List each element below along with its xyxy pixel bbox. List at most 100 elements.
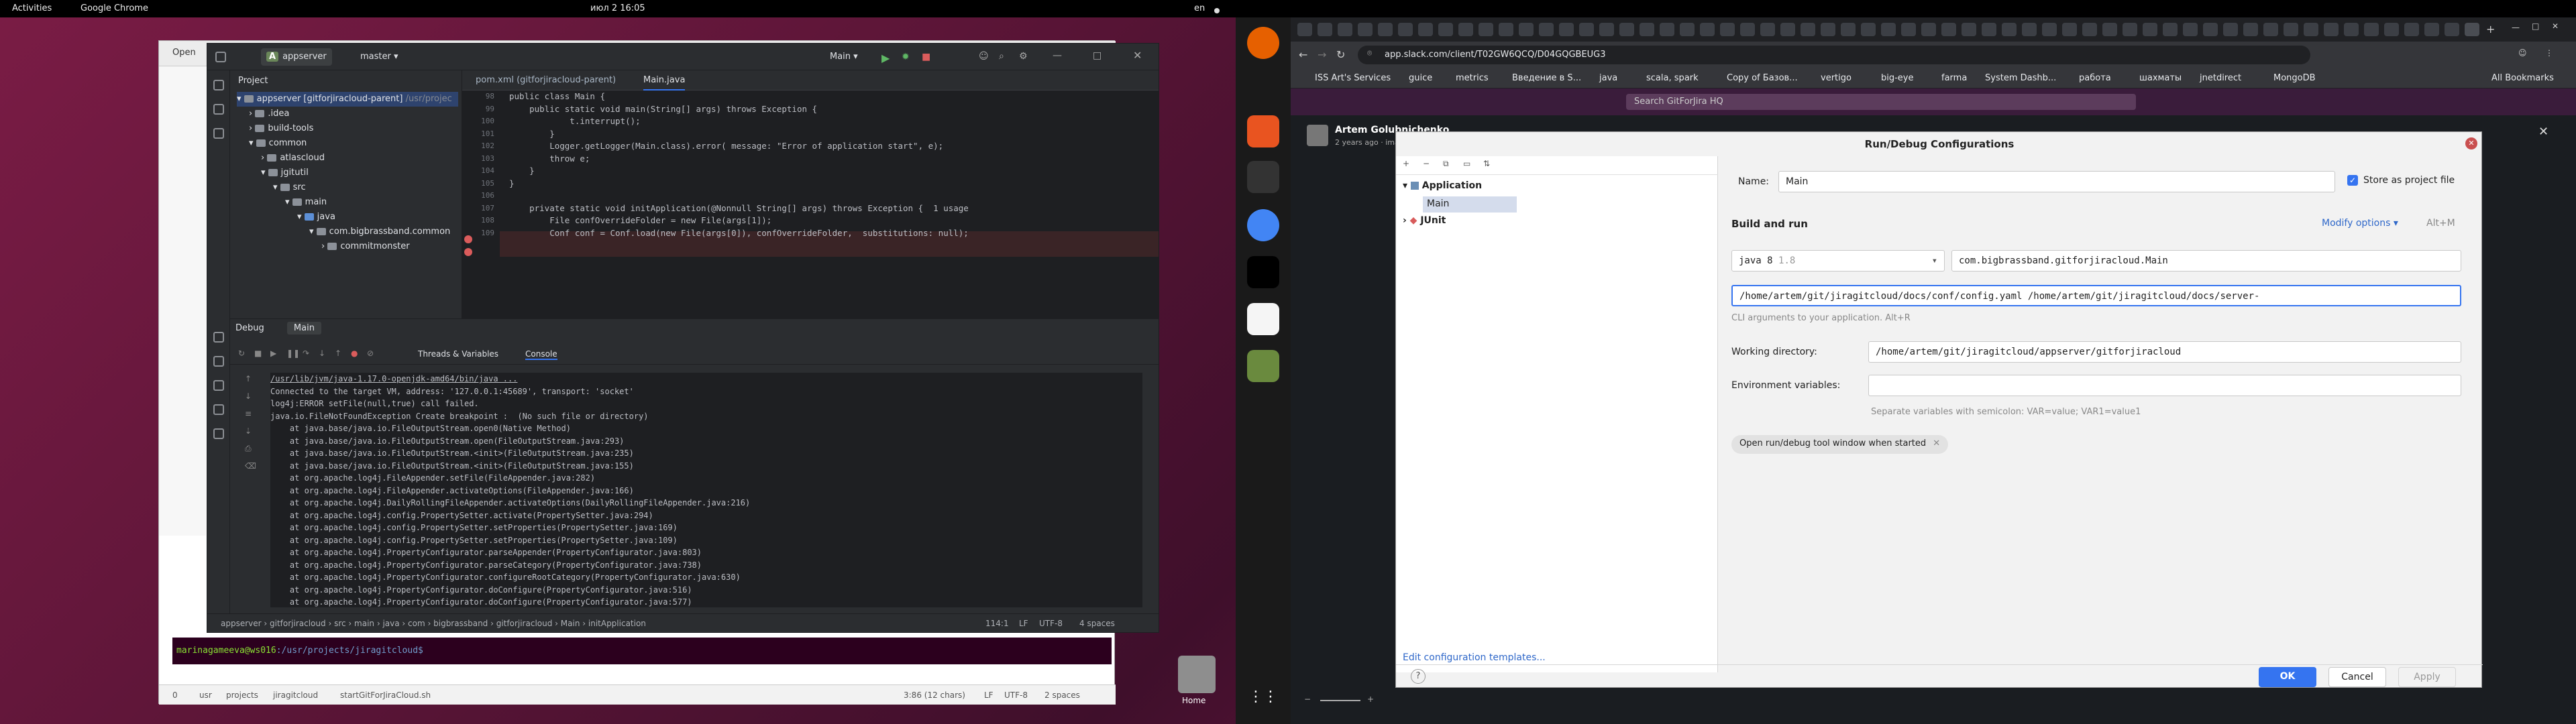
tab-favicon-active[interactable]	[2465, 23, 2479, 36]
print-icon[interactable]: ⎙	[245, 444, 252, 454]
tab-favicon[interactable]	[1881, 23, 1896, 36]
main-class-input[interactable]: com.bigbrassband.gitforjiracloud.Main	[1951, 250, 2461, 272]
url-text[interactable]: app.slack.com/client/T02GW6QCQ/D04GQGBEU…	[1385, 50, 1606, 60]
tab-favicon[interactable]	[2102, 23, 2117, 36]
step-out-icon[interactable]: ↑	[335, 349, 341, 358]
git-tool-icon[interactable]	[213, 428, 224, 439]
tab-favicon[interactable]	[2022, 23, 2037, 36]
tab-favicon[interactable]	[2143, 23, 2157, 36]
tree-node[interactable]: ▾ src	[237, 180, 458, 195]
terminal-icon[interactable]	[1247, 161, 1279, 193]
tab-threads-variables[interactable]: Threads & Variables	[418, 349, 498, 359]
text-editor-icon[interactable]	[1247, 303, 1279, 335]
branch-switcher[interactable]: master ▾	[355, 48, 404, 66]
account-icon[interactable]: ☺	[979, 51, 989, 62]
jdk-select[interactable]: java 8 1.8 ▾	[1731, 250, 1945, 272]
tab-favicon[interactable]	[1921, 23, 1936, 36]
structure-tool-icon[interactable]	[213, 128, 224, 139]
debug-session-tab[interactable]: Main	[286, 322, 321, 335]
tab-favicon[interactable]	[2384, 23, 2399, 36]
breakpoint-icon[interactable]	[464, 248, 472, 256]
tab-favicon[interactable]	[1499, 23, 1513, 36]
step-over-icon[interactable]: ↷	[303, 349, 309, 358]
maximize-icon[interactable]: □	[1093, 50, 1102, 61]
tab-favicon[interactable]	[1941, 23, 1956, 36]
address-bar[interactable]: ⌾ app.slack.com/client/T02GW6QCQ/D04GQGB…	[1358, 46, 2310, 64]
tab-favicon[interactable]	[1821, 23, 1835, 36]
remove-config-icon[interactable]: −	[1423, 159, 1430, 168]
working-dir-input[interactable]: /home/artem/git/jiragitcloud/appserver/g…	[1868, 341, 2461, 363]
forward-icon[interactable]: →	[1318, 48, 1326, 61]
tab-favicon[interactable]	[1901, 23, 1916, 36]
run-tool-window-option[interactable]: Open run/debug tool window when started …	[1731, 435, 1949, 454]
terminal-prompt[interactable]: marinagameeva@ws016:/usr/projects/jiragi…	[172, 638, 1112, 664]
firefox-icon[interactable]	[1247, 27, 1279, 59]
debug-icon[interactable]: ✹	[902, 52, 910, 62]
dialog-close-icon[interactable]: ✕	[2465, 137, 2477, 149]
tab-favicon[interactable]	[1378, 23, 1393, 36]
breakpoint-icon[interactable]	[464, 235, 472, 243]
tab-favicon[interactable]	[1539, 23, 1554, 36]
stop-icon[interactable]: ■	[922, 52, 930, 62]
crumb-projects[interactable]: projects	[226, 690, 258, 700]
tree-node[interactable]: ▾ jgitutil	[237, 166, 458, 180]
keyboard-layout[interactable]: en	[1194, 3, 1205, 13]
tree-node[interactable]: › build-tools	[237, 121, 458, 136]
close-viewer-icon[interactable]: ✕	[2538, 125, 2548, 139]
search-icon[interactable]: ⌕	[999, 51, 1004, 62]
caret-position[interactable]: 114:1	[985, 619, 1009, 628]
zoom-in-icon[interactable]: +	[1367, 695, 1374, 704]
tab-favicon[interactable]	[1438, 23, 1453, 36]
tab-favicon[interactable]	[1982, 23, 1996, 36]
tab-favicon[interactable]	[1579, 23, 1594, 36]
program-args-input[interactable]: /home/artem/git/jiragitcloud/docs/conf/c…	[1731, 285, 2461, 306]
chrome-menu-icon[interactable]: ⋮	[2545, 48, 2553, 58]
home-folder-icon[interactable]	[1178, 656, 1216, 693]
tab-favicon[interactable]	[2183, 23, 2198, 36]
store-project-label[interactable]: Store as project file	[2363, 175, 2455, 186]
tree-node[interactable]: › atlascloud	[237, 151, 458, 166]
minimize-icon[interactable]: —	[2512, 23, 2520, 32]
tab-favicon[interactable]	[2424, 23, 2439, 36]
tab-favicon[interactable]	[2042, 23, 2057, 36]
bookmark-item[interactable]: big-eye	[1881, 73, 1914, 83]
tab-favicon[interactable]	[1619, 23, 1634, 36]
breadcrumb-item[interactable]: gitforjiracloud	[270, 619, 326, 628]
tree-node[interactable]: ▾ appserver [gitforjiracloud-parent] /us…	[237, 92, 458, 107]
sort-icon[interactable]: ⇅	[1483, 159, 1490, 168]
indent-setting[interactable]: 4 spaces	[1079, 619, 1115, 628]
breadcrumb-item[interactable]: appserver	[221, 619, 262, 628]
bookmark-item[interactable]: шахматы	[2139, 73, 2182, 83]
tab-favicon[interactable]	[2123, 23, 2137, 36]
tree-application[interactable]: ▾ Application	[1403, 180, 1482, 191]
main-menu-icon[interactable]	[215, 52, 226, 62]
tab-favicon[interactable]	[2324, 23, 2339, 36]
active-app-label[interactable]: Google Chrome	[80, 3, 148, 13]
help-button[interactable]: ?	[1411, 669, 1426, 684]
clear-icon[interactable]: ⌫	[245, 461, 256, 471]
rerun-icon[interactable]: ↻	[238, 349, 245, 358]
stop-debug-icon[interactable]: ■	[254, 349, 262, 358]
tree-node[interactable]: ▾ java	[237, 210, 458, 225]
tree-junit[interactable]: › ◆ JUnit	[1403, 215, 1446, 226]
new-tab-icon[interactable]: +	[2486, 23, 2495, 36]
breadcrumb-item[interactable]: java	[382, 619, 399, 628]
ok-button[interactable]: OK	[2259, 667, 2316, 687]
terminal-tool-icon[interactable]	[213, 380, 224, 391]
project-tool-icon[interactable]	[213, 80, 224, 90]
cancel-button[interactable]: Cancel	[2328, 667, 2386, 687]
copy-config-icon[interactable]: ⧉	[1443, 159, 1449, 169]
crumb-file[interactable]: startGitForJiraCloud.sh	[340, 690, 431, 700]
profile-icon[interactable]: ☺	[2518, 48, 2527, 58]
tab-favicon[interactable]	[1318, 23, 1332, 36]
tab-favicon[interactable]	[2163, 23, 2178, 36]
bookmark-item[interactable]: scala, spark	[1646, 73, 1699, 83]
tab-favicon[interactable]	[1780, 23, 1795, 36]
tab-favicon[interactable]	[1338, 23, 1352, 36]
down-arrow-icon[interactable]: ↓	[245, 391, 252, 401]
commit-tool-icon[interactable]	[213, 104, 224, 115]
tab-favicon[interactable]	[1720, 23, 1735, 36]
chrome-icon[interactable]	[1247, 209, 1279, 241]
tab-favicon[interactable]	[1841, 23, 1856, 36]
tab-favicon[interactable]	[2223, 23, 2238, 36]
